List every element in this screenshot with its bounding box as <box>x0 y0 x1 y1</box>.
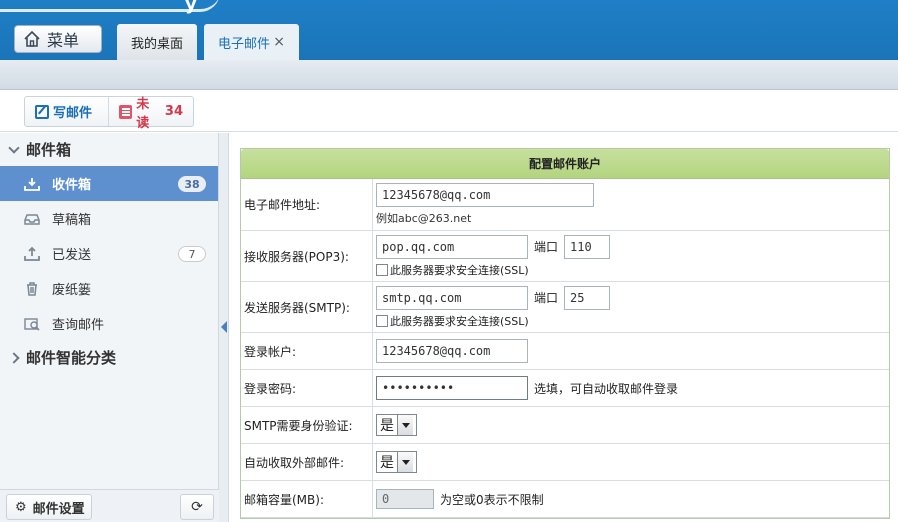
quota-field[interactable]: 0 <box>376 489 434 509</box>
sidebar-item-label: 草稿箱 <box>52 213 92 228</box>
pop3-port-field[interactable]: 110 <box>564 234 611 259</box>
dropdown-arrow-icon <box>397 415 413 435</box>
mail-toolbar: 写邮件 未读 34 <box>0 90 898 132</box>
sub-bar <box>0 60 898 90</box>
email-field[interactable]: 12345678@qq.com <box>376 183 594 207</box>
pop3-server-field[interactable]: pop.qq.com <box>376 234 528 259</box>
sidebar-item-label: 已发送 <box>52 248 92 263</box>
sidebar-item-search-mail[interactable]: 查询邮件 <box>0 306 218 341</box>
select-value: 是 <box>380 418 394 434</box>
refresh-button[interactable]: ⟳ <box>180 494 214 520</box>
sidebar-item-label: 收件箱 <box>52 178 92 193</box>
mail-settings-button[interactable]: ⚙ 邮件设置 <box>6 494 92 520</box>
auto-fetch-select[interactable]: 是 <box>376 451 417 473</box>
field-label: 邮箱容量(MB): <box>241 481 373 517</box>
sidebar-item-sent[interactable]: 已发送 7 <box>0 236 218 271</box>
refresh-icon: ⟳ <box>191 499 203 515</box>
sidebar-splitter[interactable] <box>219 133 229 522</box>
compose-label: 写邮件 <box>53 106 93 121</box>
logo-mark: y <box>185 0 197 15</box>
smtp-port-field[interactable]: 25 <box>564 285 611 310</box>
unread-count: 34 <box>164 104 183 119</box>
row-password: 登录密码: •••••••••• 选填，可自动收取邮件登录 <box>241 370 889 407</box>
pop3-ssl-checkbox[interactable] <box>376 263 388 276</box>
port-label: 端口 <box>534 240 559 254</box>
ssl-label: 此服务器要求安全连接(SSL) <box>390 263 529 277</box>
close-icon[interactable]: × <box>273 34 285 50</box>
sidebar: 邮件箱 收件箱 38 草稿箱 已发送 7 废纸篓 查询邮件 邮件智能分类 ⚙ 邮… <box>0 133 219 522</box>
main-content: 配置邮件账户 电子邮件地址: 12345678@qq.com 例如abc@263… <box>230 133 898 522</box>
gear-icon: ⚙ <box>15 499 27 515</box>
menu-label: 菜单 <box>47 31 80 50</box>
field-label: 登录帐户: <box>241 333 373 369</box>
row-auto-fetch: 自动收取外部邮件: 是 <box>241 444 889 481</box>
login-account-field[interactable]: 12345678@qq.com <box>376 339 528 363</box>
drafts-icon <box>24 212 40 226</box>
row-smtp: 发送服务器(SMTP): smtp.qq.com 端口 25 此服务器要求安全连… <box>241 282 889 333</box>
search-mail-icon <box>24 317 40 331</box>
sidebar-item-inbox[interactable]: 收件箱 38 <box>0 166 218 201</box>
section-label: 邮件箱 <box>26 141 72 159</box>
compose-icon <box>35 104 49 119</box>
count-badge: 7 <box>178 246 206 262</box>
home-icon <box>24 30 40 47</box>
row-quota: 邮箱容量(MB): 0 为空或0表示不限制 <box>241 481 889 518</box>
smtp-ssl-checkbox[interactable] <box>376 314 388 327</box>
sidebar-footer: ⚙ 邮件设置 ⟳ <box>0 489 219 522</box>
inbox-icon <box>24 177 40 191</box>
field-label: SMTP需要身份验证: <box>241 407 373 443</box>
sidebar-item-label: 废纸篓 <box>52 283 92 298</box>
select-value: 是 <box>380 455 394 471</box>
field-label: 发送服务器(SMTP): <box>241 282 373 332</box>
section-smart-categories[interactable]: 邮件智能分类 <box>0 341 218 374</box>
sidebar-item-trash[interactable]: 废纸篓 <box>0 271 218 306</box>
row-account: 登录帐户: 12345678@qq.com <box>241 333 889 370</box>
unread-icon <box>119 104 133 119</box>
tab-label: 电子邮件 <box>218 36 271 52</box>
row-smtp-auth: SMTP需要身份验证: 是 <box>241 407 889 444</box>
smtp-auth-select[interactable]: 是 <box>376 414 417 436</box>
section-mailbox[interactable]: 邮件箱 <box>0 133 218 166</box>
chevron-down-icon <box>8 141 20 154</box>
smtp-server-field[interactable]: smtp.qq.com <box>376 285 528 310</box>
email-hint: 例如abc@263.net <box>376 212 472 225</box>
row-pop3: 接收服务器(POP3): pop.qq.com 端口 110 此服务器要求安全连… <box>241 231 889 282</box>
sent-icon <box>24 246 40 261</box>
top-bar: y 菜单 我的桌面 电子邮件 × <box>0 0 898 60</box>
sidebar-item-label: 查询邮件 <box>52 318 105 333</box>
chevron-right-icon <box>8 351 20 364</box>
row-email: 电子邮件地址: 12345678@qq.com 例如abc@263.net <box>241 179 889 231</box>
field-label: 接收服务器(POP3): <box>241 231 373 281</box>
password-note: 选填，可自动收取邮件登录 <box>534 381 679 396</box>
toolbar-group: 写邮件 未读 34 <box>24 96 194 131</box>
port-label: 端口 <box>534 291 559 305</box>
form-title: 配置邮件账户 <box>241 149 889 179</box>
field-label: 自动收取外部邮件: <box>241 444 373 480</box>
unread-label: 未读 <box>136 96 150 131</box>
tab-my-desktop[interactable]: 我的桌面 <box>117 24 197 60</box>
field-label: 电子邮件地址: <box>241 179 373 230</box>
account-config-form: 配置邮件账户 电子邮件地址: 12345678@qq.com 例如abc@263… <box>240 148 890 519</box>
trash-icon <box>24 281 40 296</box>
menu-button[interactable]: 菜单 <box>14 25 102 53</box>
quota-note: 为空或0表示不限制 <box>440 492 544 507</box>
ssl-label: 此服务器要求安全连接(SSL) <box>390 314 529 328</box>
tab-email[interactable]: 电子邮件 × <box>204 24 299 60</box>
password-field[interactable]: •••••••••• <box>376 376 528 400</box>
compose-button[interactable]: 写邮件 <box>25 97 109 126</box>
dropdown-arrow-icon <box>397 452 413 472</box>
settings-label: 邮件设置 <box>32 501 85 517</box>
field-label: 登录密码: <box>241 370 373 406</box>
collapse-arrow-icon[interactable] <box>221 321 227 333</box>
section-label: 邮件智能分类 <box>26 349 117 367</box>
tab-label: 我的桌面 <box>131 36 184 52</box>
unread-button[interactable]: 未读 34 <box>109 97 193 131</box>
sidebar-item-drafts[interactable]: 草稿箱 <box>0 201 218 236</box>
count-badge: 38 <box>178 176 206 192</box>
